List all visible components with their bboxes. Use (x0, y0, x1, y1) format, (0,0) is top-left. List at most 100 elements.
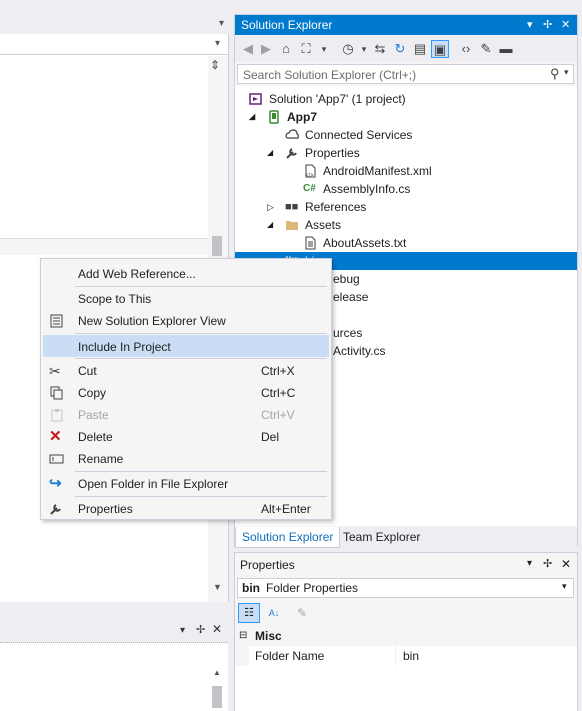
close-icon[interactable]: ✕ (212, 622, 222, 636)
tree-item-properties[interactable]: ◢ Properties (235, 144, 577, 162)
home-icon[interactable]: ⌂ (277, 40, 295, 58)
refresh-icon[interactable]: ↻ (391, 40, 409, 58)
collapsed-arrow-icon[interactable]: ▷ (267, 198, 274, 216)
row-gutter (235, 646, 249, 666)
solution-icon (249, 93, 262, 105)
tree-item-connected-services[interactable]: Connected Services (235, 126, 577, 144)
switch-views-dropdown-icon[interactable]: ▾ (315, 40, 333, 58)
object-name: bin (242, 581, 260, 595)
menu-item-label: Include In Project (78, 340, 171, 354)
categorized-icon[interactable]: ☷ (238, 603, 260, 623)
tree-item-references[interactable]: ▷ ■■ References (235, 198, 577, 216)
menu-item-label: Paste (78, 408, 109, 422)
bottom-panel-header (0, 620, 228, 643)
menu-item-label: Open Folder in File Explorer (78, 477, 229, 491)
alphabetical-icon[interactable]: A↓ (264, 603, 284, 623)
category-label: Misc (255, 629, 282, 643)
pin-icon[interactable]: ✢ (196, 623, 205, 636)
menu-item-shortcut: Del (261, 430, 280, 444)
window-position-icon[interactable]: ▾ (527, 558, 532, 569)
tree-item-solution[interactable]: Solution 'App7' (1 project) (235, 90, 577, 108)
view-code-icon[interactable]: ‹› (457, 40, 475, 58)
menu-item-shortcut: Alt+Enter (261, 502, 311, 516)
tree-item-label: Assets (305, 218, 342, 232)
panel-dropdown-icon[interactable]: ▾ (180, 625, 185, 636)
scroll-up-icon[interactable]: ▲ (213, 668, 221, 677)
wrench-icon (286, 148, 297, 159)
menu-item-label: Copy (78, 386, 107, 400)
menu-separator (75, 333, 327, 334)
tree-item-assets[interactable]: ◢ Assets (235, 216, 577, 234)
menu-item-include-in-project[interactable]: Include In Project (43, 335, 329, 357)
collapse-category-icon[interactable]: ⊟ (239, 626, 247, 646)
menu-item-add-web-reference[interactable]: Add Web Reference... (43, 263, 329, 285)
close-icon[interactable]: ✕ (561, 18, 570, 31)
close-icon[interactable]: ✕ (561, 557, 571, 571)
preview-selected-items-icon[interactable]: ▬ (497, 40, 515, 58)
forward-icon[interactable]: ▶ (257, 40, 275, 58)
connected-services-icon (285, 129, 299, 139)
tree-item-assembly-info[interactable]: C# AssemblyInfo.cs (235, 180, 577, 198)
back-icon[interactable]: ◀ (239, 40, 257, 58)
expanded-arrow-icon[interactable]: ◢ (249, 108, 255, 126)
tree-item-about-assets[interactable]: AboutAssets.txt (235, 234, 577, 252)
menu-item-paste[interactable]: Paste Ctrl+V (43, 404, 329, 426)
dropdown-arrow-icon[interactable]: ▾ (219, 18, 224, 29)
clipboard-icon (51, 409, 63, 422)
tab-solution-explorer[interactable]: Solution Explorer (235, 527, 341, 548)
tree-item-label: References (305, 200, 367, 214)
menu-item-cut[interactable]: ✂ Cut Ctrl+X (43, 360, 329, 382)
tree-item-label: Properties (305, 146, 360, 160)
tree-item-label: Activity.cs (333, 344, 386, 358)
sync-with-document-icon[interactable]: ⇆ (371, 40, 389, 58)
menu-item-label: New Solution Explorer View (78, 314, 226, 328)
solution-explorer-title: Solution Explorer (241, 18, 333, 32)
android-project-icon (269, 110, 279, 124)
tree-item-android-manifest[interactable]: </> AndroidManifest.xml (235, 162, 577, 180)
property-row[interactable]: Folder Name bin (235, 646, 577, 666)
property-value: bin (403, 649, 420, 663)
window-position-icon[interactable]: ▾ (527, 18, 533, 31)
delete-x-icon: ✕ (49, 428, 62, 445)
split-editor-icon[interactable]: ⇕ (210, 58, 220, 72)
editor-navigation-bar[interactable] (0, 34, 228, 55)
references-icon: ■■ (285, 201, 299, 213)
solution-explorer-search[interactable]: Search Solution Explorer (Ctrl+;) ⚲ ▾ (237, 64, 574, 84)
properties-wrench-icon[interactable]: ✎ (477, 40, 495, 58)
menu-item-delete[interactable]: ✕ Delete Del (43, 426, 329, 448)
new-view-icon (50, 314, 63, 328)
property-grid: ⊟ Misc Folder Name bin (235, 626, 577, 711)
search-options-icon[interactable]: ▾ (564, 67, 569, 78)
bottom-panel (0, 643, 228, 711)
property-pages-icon[interactable]: ✎ (292, 603, 312, 623)
expanded-arrow-icon[interactable]: ◢ (267, 144, 273, 162)
tree-item-label: elease (333, 290, 369, 304)
chevron-down-icon[interactable]: ▾ (562, 581, 567, 592)
menu-separator (75, 496, 327, 497)
menu-item-new-solution-explorer-view[interactable]: New Solution Explorer View (43, 310, 329, 332)
pin-icon[interactable]: ✢ (543, 18, 552, 31)
search-icon[interactable]: ⚲ (550, 66, 560, 82)
tree-item-label: Connected Services (305, 128, 413, 142)
copy-icon (50, 386, 63, 400)
collapse-all-icon[interactable]: ▤ (411, 40, 429, 58)
tree-item-project[interactable]: ◢ App7 (235, 108, 577, 126)
menu-item-scope-to-this[interactable]: Scope to This (43, 288, 329, 310)
menu-item-copy[interactable]: Copy Ctrl+C (43, 382, 329, 404)
menu-item-properties[interactable]: Properties Alt+Enter (43, 498, 329, 520)
bottom-scrollbar-thumb[interactable] (212, 686, 222, 708)
expanded-arrow-icon[interactable]: ◢ (267, 216, 273, 234)
menu-item-rename[interactable]: Rename (43, 448, 329, 470)
menu-item-open-folder[interactable]: ↪ Open Folder in File Explorer (43, 473, 329, 495)
chevron-down-icon[interactable]: ▾ (215, 38, 220, 49)
editor-horizontal-scrollbar[interactable] (0, 238, 208, 255)
switch-views-icon[interactable]: ⛶ (297, 40, 315, 58)
svg-text:</>: </> (305, 173, 314, 178)
properties-object-selector[interactable]: bin Folder Properties ▾ (237, 578, 574, 598)
scroll-down-icon[interactable]: ▼ (213, 582, 222, 592)
scrollbar-thumb[interactable] (212, 236, 222, 256)
tab-team-explorer[interactable]: Team Explorer (337, 527, 426, 547)
pin-icon[interactable]: ✢ (543, 557, 552, 570)
category-row[interactable]: ⊟ Misc (235, 626, 577, 646)
show-all-files-icon[interactable]: ▣ (431, 40, 449, 58)
